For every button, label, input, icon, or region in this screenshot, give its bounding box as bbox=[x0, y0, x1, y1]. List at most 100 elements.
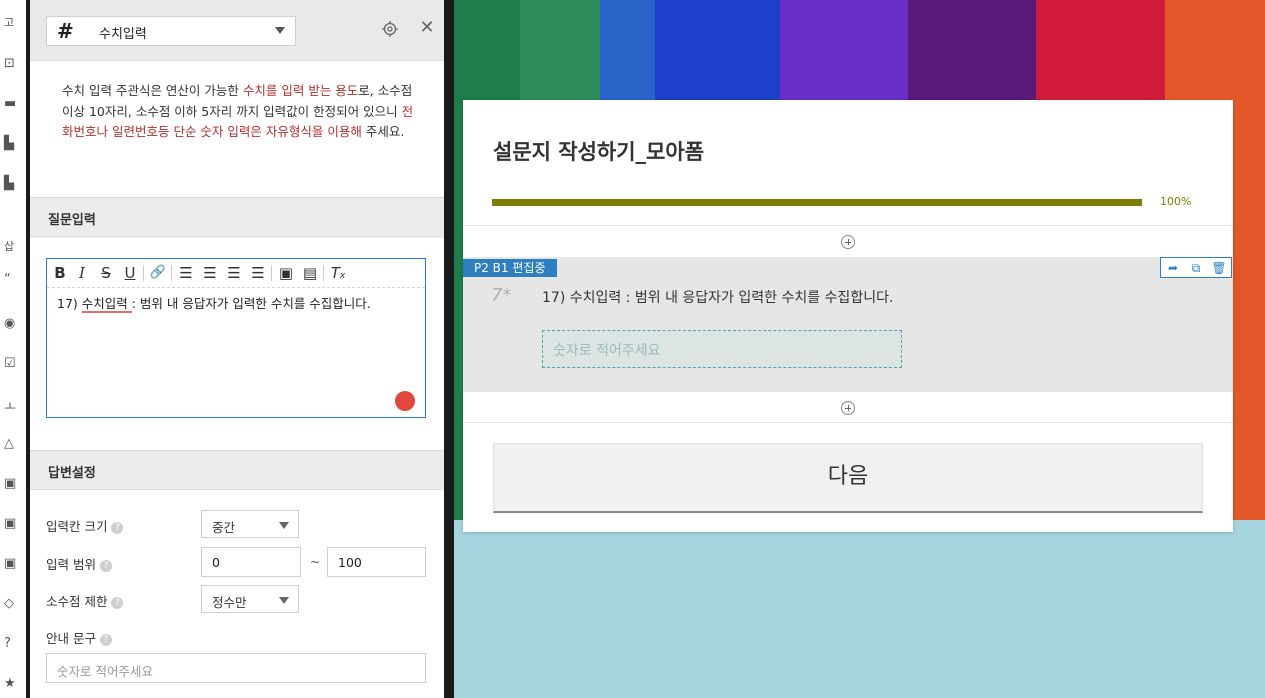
help-text-highlight: 수치를 입력 받는 용도 bbox=[242, 83, 359, 98]
toolbar-divider bbox=[271, 265, 272, 281]
range-min-input[interactable]: 0 bbox=[201, 547, 301, 577]
section-title: 답변설정 bbox=[48, 466, 96, 481]
align-center-icon[interactable]: ☰ bbox=[201, 263, 219, 283]
left-strip-label-mid: 삽 bbox=[4, 240, 15, 253]
editor-content[interactable]: 17) 수치입력 : 범위 내 응답자가 입력한 수치를 수집합니다. bbox=[57, 293, 371, 313]
italic-icon[interactable]: I bbox=[73, 263, 91, 283]
chevron-down-icon bbox=[279, 522, 289, 529]
guide-label-row: 안내 문구? bbox=[46, 628, 112, 647]
image-icon[interactable]: ▣ bbox=[4, 476, 24, 496]
question-editor-panel: # 수치입력 ✕ 수치 입력 주관식은 연산이 가능한 수치를 입력 받는 용도… bbox=[26, 0, 454, 698]
range-label-row: 입력 범위? bbox=[46, 554, 112, 573]
panel-header: # 수치입력 ✕ bbox=[30, 0, 444, 61]
help-text-part: 주세요. bbox=[361, 124, 405, 139]
clear-format-icon[interactable]: Tx bbox=[329, 263, 347, 283]
input-size-select[interactable]: 중간 bbox=[201, 510, 299, 538]
target-icon[interactable] bbox=[382, 21, 398, 37]
grammar-check-icon[interactable] bbox=[395, 391, 415, 411]
image-icon-3[interactable]: ▣ bbox=[4, 556, 24, 576]
add-block-icon[interactable] bbox=[841, 401, 855, 415]
add-block-icon[interactable] bbox=[841, 235, 855, 249]
radio-icon[interactable]: ◉ bbox=[4, 316, 24, 336]
chevron-down-icon bbox=[275, 27, 285, 34]
toolbar-divider bbox=[323, 265, 324, 281]
bold-icon[interactable]: B bbox=[51, 263, 69, 283]
answer-settings-area: 입력칸 크기? 중간 입력 범위? 0 ~ 100 소수점 제한? 정수만 안내… bbox=[30, 490, 444, 698]
list-icon[interactable]: ▙ bbox=[4, 176, 24, 196]
move-icon[interactable]: ➦ bbox=[1165, 260, 1181, 276]
dash-icon[interactable]: ▬ bbox=[4, 96, 24, 116]
question-block[interactable]: P2 B1 편집중 ➦ ⧉ 🗑 7* 17) 수치입력 : 범위 내 응답자가 … bbox=[463, 257, 1233, 392]
hash-icon: # bbox=[57, 19, 74, 43]
progress-label: 100% bbox=[1160, 195, 1192, 208]
block-toolbar: ➦ ⧉ 🗑 bbox=[1160, 257, 1232, 278]
decimal-limit-select[interactable]: 정수만 bbox=[201, 585, 299, 613]
question-input-area: B I S U 🔗 ☰ ☰ ☰ ☰ ▣ ▤ Tx 17) 수치입력 : 범위 내… bbox=[30, 238, 444, 450]
question-input-section-header: 질문입력 bbox=[30, 197, 444, 237]
help-icon[interactable]: ? bbox=[111, 521, 124, 534]
toolbar-divider bbox=[171, 265, 172, 281]
guide-text-input[interactable]: 숫자로 적어주세요 bbox=[46, 653, 426, 683]
editor-text-prefix: 17) bbox=[57, 296, 82, 311]
question-type-select[interactable]: # 수치입력 bbox=[46, 16, 296, 46]
close-icon[interactable]: ✕ bbox=[418, 19, 436, 37]
help-icon[interactable]: ? bbox=[111, 596, 124, 609]
input-size-label-row: 입력칸 크기? bbox=[46, 516, 124, 535]
video-icon[interactable]: ▤ bbox=[301, 263, 319, 283]
range-max-input[interactable]: 100 bbox=[327, 547, 426, 577]
input-size-label: 입력칸 크기 bbox=[46, 519, 108, 534]
quote-icon[interactable]: “ bbox=[4, 272, 24, 292]
form-title: 설문지 작성하기_모아폼 bbox=[493, 140, 705, 164]
left-strip-label-top: 고 bbox=[4, 16, 15, 29]
input-size-value: 중간 bbox=[212, 520, 236, 535]
progress-bar bbox=[492, 199, 1142, 206]
decimal-label-row: 소수점 제한? bbox=[46, 591, 124, 610]
help-icon[interactable]: ? bbox=[99, 633, 112, 646]
divider bbox=[463, 422, 1233, 423]
question-number: 7* bbox=[491, 285, 512, 306]
underline-icon[interactable]: U bbox=[121, 263, 139, 283]
editor-text-rest: : 범위 내 응답자가 입력한 수치를 수집합니다. bbox=[131, 296, 371, 311]
next-button[interactable]: 다음 bbox=[493, 443, 1203, 513]
question-type-help: 수치 입력 주관식은 연산이 가능한 수치를 입력 받는 용도로, 소수점 이상… bbox=[30, 61, 444, 197]
image-icon-2[interactable]: ▣ bbox=[4, 516, 24, 536]
decimal-label: 소수점 제한 bbox=[46, 594, 108, 609]
triangle-icon[interactable]: △ bbox=[4, 436, 24, 456]
link-icon[interactable]: 🔗 bbox=[149, 263, 167, 283]
editing-badge: P2 B1 편집중 bbox=[463, 259, 557, 277]
question-icon[interactable]: ? bbox=[4, 636, 24, 656]
guide-label: 안내 문구 bbox=[46, 631, 96, 646]
layout-icon[interactable]: ⊡ bbox=[4, 56, 24, 76]
help-text: 수치 입력 주관식은 연산이 가능한 수치를 입력 받는 용도로, 소수점 이상… bbox=[62, 81, 414, 143]
checkbox-icon[interactable]: ☑ bbox=[4, 356, 24, 376]
range-label: 입력 범위 bbox=[46, 557, 96, 572]
range-separator: ~ bbox=[310, 555, 321, 569]
question-text: 17) 수치입력 : 범위 내 응답자가 입력한 수치를 수집합니다. bbox=[542, 290, 894, 306]
answer-settings-section-header: 답변설정 bbox=[30, 450, 444, 490]
align-right-icon[interactable]: ☰ bbox=[225, 263, 243, 283]
star-icon[interactable]: ★ bbox=[4, 676, 24, 696]
progress-fill bbox=[492, 199, 1142, 206]
help-icon[interactable]: ? bbox=[99, 559, 112, 572]
divider bbox=[463, 225, 1233, 226]
image-icon[interactable]: ▣ bbox=[277, 263, 295, 283]
align-justify-icon[interactable]: ☰ bbox=[249, 263, 267, 283]
rich-text-editor[interactable]: B I S U 🔗 ☰ ☰ ☰ ☰ ▣ ▤ Tx 17) 수치입력 : 범위 내… bbox=[46, 258, 426, 418]
left-sidebar-strip: 고 ⊡ ▬ ▙ ▙ 삽 “ ◉ ☑ ㅗ △ ▣ ▣ ▣ ◇ ? ★ bbox=[0, 0, 26, 698]
copy-icon[interactable]: ⧉ bbox=[1188, 260, 1204, 276]
section-title: 질문입력 bbox=[48, 213, 96, 228]
number-answer-input[interactable]: 숫자로 적어주세요 bbox=[542, 330, 902, 368]
align-left-icon[interactable]: ☰ bbox=[177, 263, 195, 283]
toolbar-divider bbox=[143, 265, 144, 281]
text-icon[interactable]: ㅗ bbox=[4, 396, 24, 416]
editor-text-spellcheck: 수치입력 bbox=[81, 296, 132, 313]
diamond-icon[interactable]: ◇ bbox=[4, 596, 24, 616]
chevron-down-icon bbox=[279, 597, 289, 604]
trash-icon[interactable]: 🗑 bbox=[1211, 260, 1227, 276]
strikethrough-icon[interactable]: S bbox=[97, 263, 115, 283]
help-text-part: 수치 입력 주관식은 연산이 가능한 bbox=[62, 83, 243, 98]
question-type-label: 수치입력 bbox=[99, 27, 147, 42]
form-preview-card: 설문지 작성하기_모아폼 100% P2 B1 편집중 ➦ ⧉ 🗑 7* 17)… bbox=[463, 100, 1233, 532]
decimal-limit-value: 정수만 bbox=[212, 595, 247, 610]
doc-icon[interactable]: ▙ bbox=[4, 136, 24, 156]
